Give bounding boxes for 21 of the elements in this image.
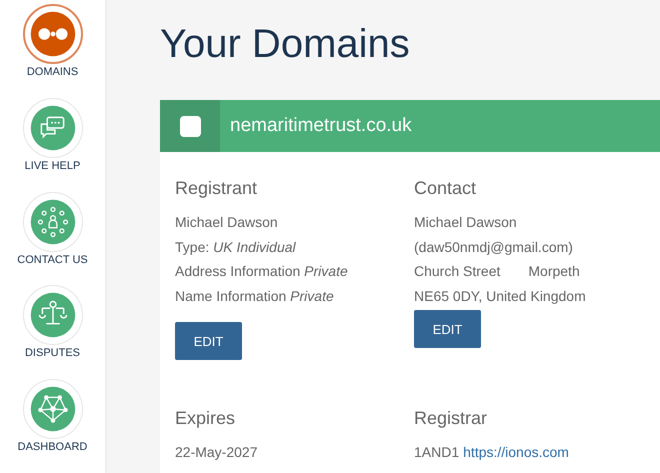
section-heading: Contact — [414, 177, 478, 200]
section-heading: Registrant — [175, 177, 258, 200]
edit-button[interactable]: EDIT — [414, 310, 481, 348]
detail-text: Address Information Private — [175, 262, 348, 281]
detail-text: (daw50nmdj@gmail.com) — [414, 238, 573, 257]
detail-text: Michael Dawson — [175, 213, 278, 232]
detail-text: Church Street — [414, 262, 500, 281]
registrar-link[interactable]: https://ionos.com — [463, 440, 569, 464]
checkbox[interactable] — [180, 116, 200, 136]
detail-text: Type: UK Individual — [175, 238, 296, 257]
detail-text: Morpeth — [528, 262, 580, 281]
detail-text: 1AND1 — [414, 443, 460, 462]
section-heading: Registrar — [414, 407, 488, 430]
detail-text: Michael Dawson — [414, 213, 517, 232]
domain-name: nemaritimetrust.co.uk — [230, 115, 412, 137]
section-heading: Expires — [175, 407, 236, 430]
detail-text: 22-May-2027 — [175, 443, 258, 462]
detail-text: NE65 0DY, United Kingdom — [414, 286, 586, 306]
edit-button[interactable]: EDIT — [175, 322, 242, 360]
detail-text: Name Information Private — [175, 286, 334, 306]
page-title: Your Domains — [160, 21, 411, 68]
